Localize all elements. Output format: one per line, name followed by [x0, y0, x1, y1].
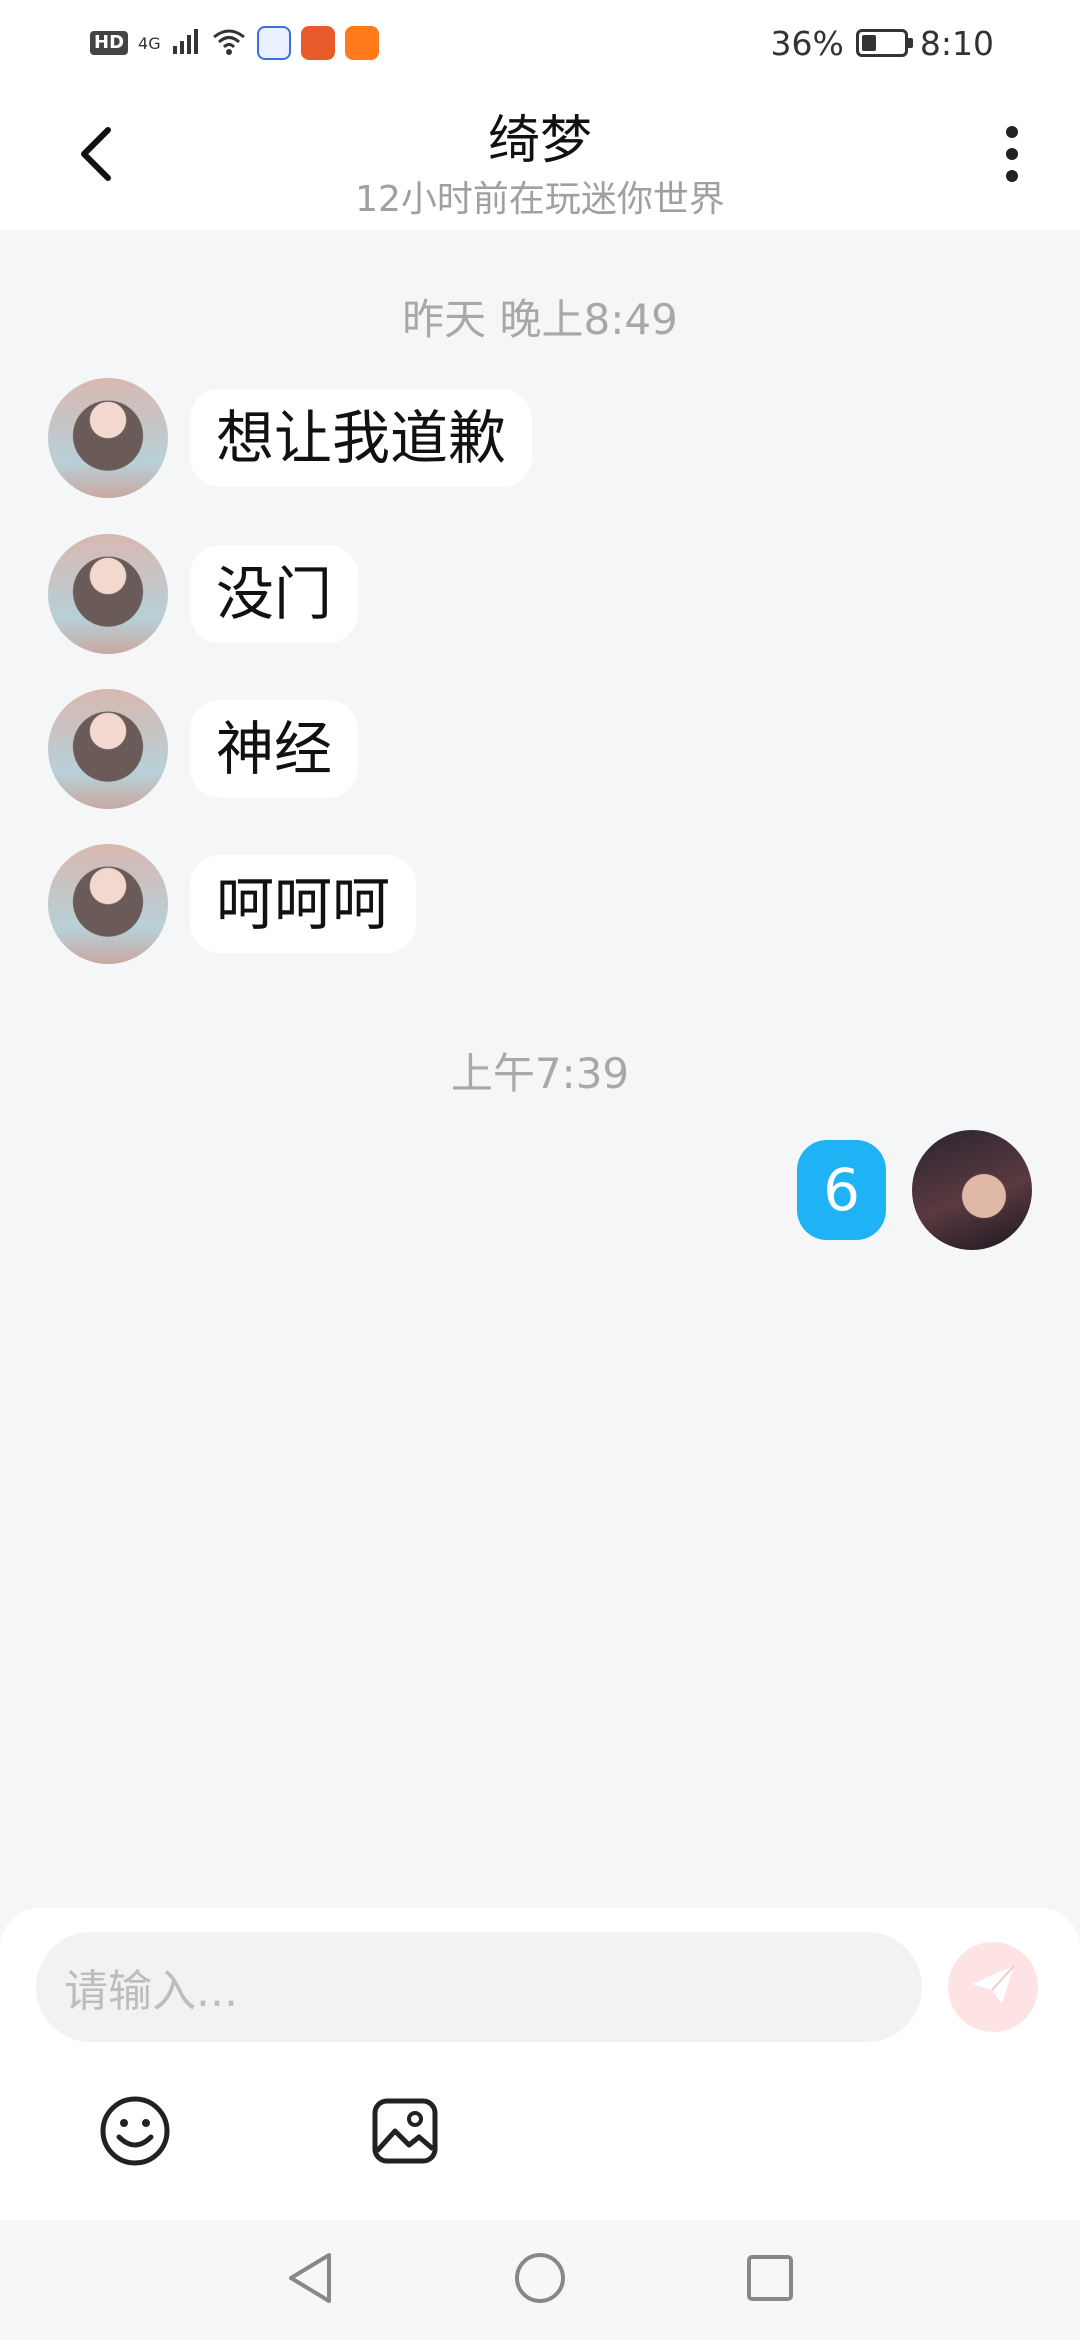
- received-message: 没门: [48, 532, 359, 656]
- battery-percent: 36%: [770, 23, 844, 63]
- battery-icon: [855, 29, 913, 57]
- timestamp: 昨天 晚上8:49: [402, 295, 678, 344]
- status-icons-right: 36% 8:10: [771, 20, 994, 66]
- taobao-app-icon: [344, 26, 379, 60]
- system-nav-bar: [0, 2220, 1080, 2340]
- contact-name: 绮梦: [487, 111, 592, 171]
- more-options-button[interactable]: [984, 120, 1040, 192]
- emoji-button[interactable]: [90, 2088, 180, 2178]
- signal-icon: [171, 26, 201, 60]
- paper-plane-icon: [968, 1960, 1018, 2014]
- message-bubble[interactable]: 神经: [190, 700, 359, 798]
- sent-message: 6: [797, 1128, 1032, 1252]
- contact-avatar[interactable]: [48, 378, 168, 498]
- nav-back-button[interactable]: [280, 2250, 340, 2310]
- message-bubble[interactable]: 呵呵呵: [190, 855, 417, 953]
- circle-home-icon: [513, 2251, 567, 2309]
- message-list[interactable]: 昨天 晚上8:49 想让我道歉 没门 神经 呵呵呵 上午7:39 6: [0, 230, 1080, 1910]
- square-recent-icon: [745, 2253, 795, 2307]
- timestamp: 上午7:39: [450, 1049, 630, 1098]
- nav-recent-button[interactable]: [740, 2250, 800, 2310]
- message-bubble-sent[interactable]: 6: [797, 1140, 886, 1240]
- received-message: 呵呵呵: [48, 842, 417, 966]
- received-message: 想让我道歉: [48, 376, 533, 500]
- image-icon: [369, 2095, 441, 2171]
- message-bubble[interactable]: 没门: [190, 545, 359, 643]
- baidu-app-icon: [256, 26, 291, 60]
- image-button[interactable]: [360, 2088, 450, 2178]
- status-icons-left: HD 4G: [90, 22, 379, 64]
- triangle-back-icon: [285, 2251, 335, 2309]
- contact-status: 12小时前在玩迷你世界: [355, 179, 725, 220]
- wifi-icon: [211, 26, 247, 60]
- network-type: 4G: [138, 33, 161, 53]
- message-bubble[interactable]: 想让我道歉: [190, 389, 533, 487]
- smiley-icon: [99, 2095, 171, 2171]
- my-avatar[interactable]: [912, 1130, 1032, 1250]
- send-button[interactable]: [948, 1942, 1038, 2032]
- contact-avatar[interactable]: [48, 689, 168, 809]
- received-message: 神经: [48, 687, 359, 811]
- chat-header: 绮梦 12小时前在玩迷你世界: [0, 86, 1080, 230]
- more-vertical-icon: [1004, 124, 1020, 188]
- message-input[interactable]: 请输入...: [36, 1932, 922, 2042]
- nav-home-button[interactable]: [510, 2250, 570, 2310]
- contact-avatar[interactable]: [48, 844, 168, 964]
- contact-avatar[interactable]: [48, 534, 168, 654]
- input-panel: 请输入...: [0, 1908, 1080, 2220]
- status-bar: HD 4G 36% 8:10: [0, 0, 1080, 86]
- battery-fill: [861, 35, 876, 51]
- clock: 8:10: [919, 23, 994, 63]
- hd-indicator: HD: [90, 31, 129, 55]
- game-app-icon: [300, 26, 335, 60]
